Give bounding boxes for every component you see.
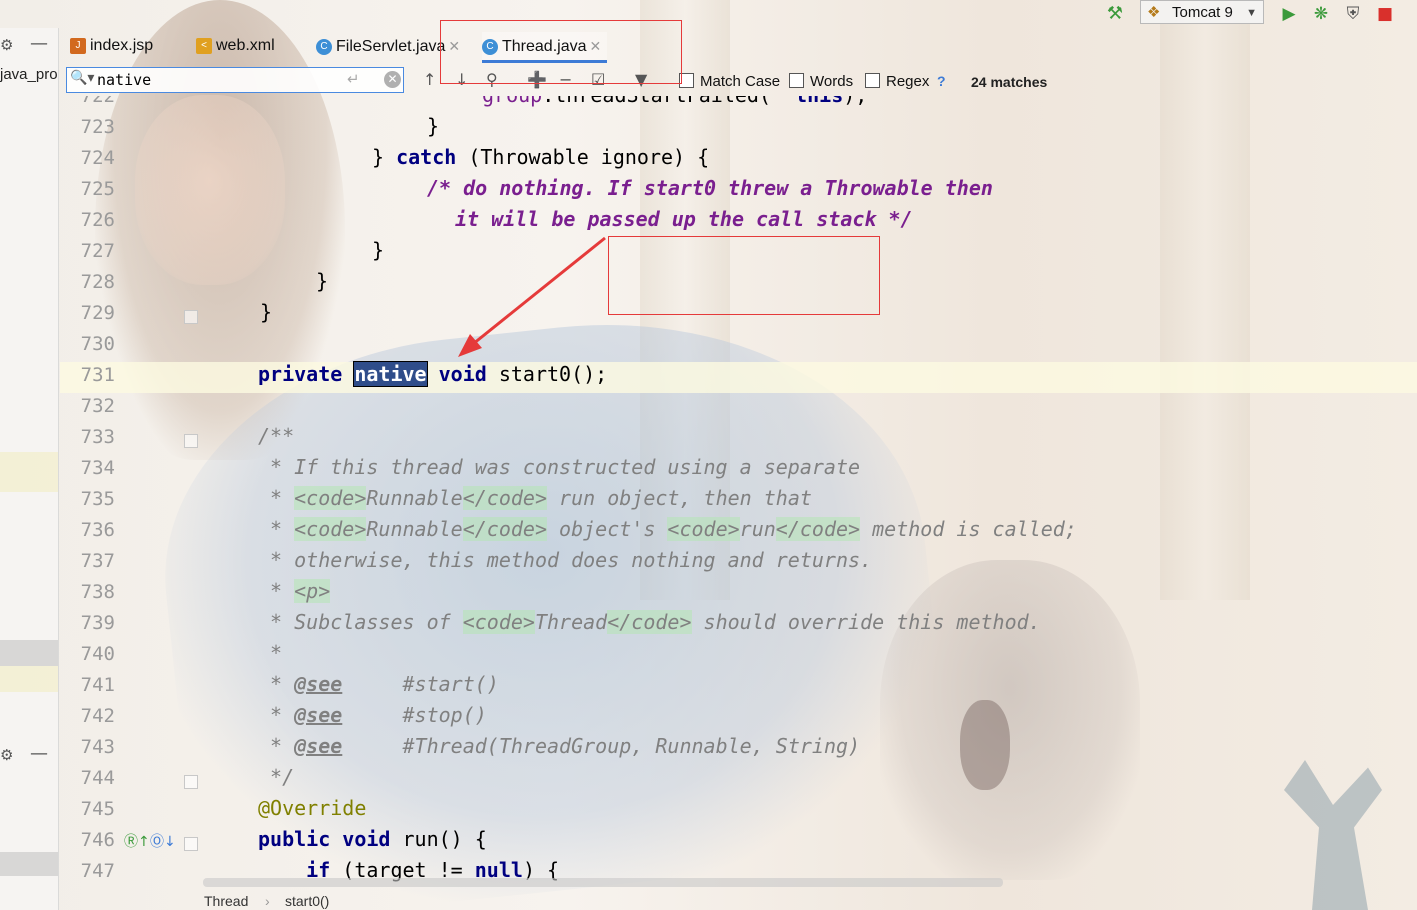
horizontal-scrollbar[interactable] (203, 878, 1003, 887)
breadcrumb-item[interactable]: Thread (204, 893, 248, 909)
breadcrumb-item[interactable]: start0() (285, 893, 329, 909)
breadcrumb-separator-icon: › (265, 893, 270, 909)
breadcrumb: Thread › start0() (60, 892, 1417, 910)
annotation-arrow (458, 236, 606, 357)
